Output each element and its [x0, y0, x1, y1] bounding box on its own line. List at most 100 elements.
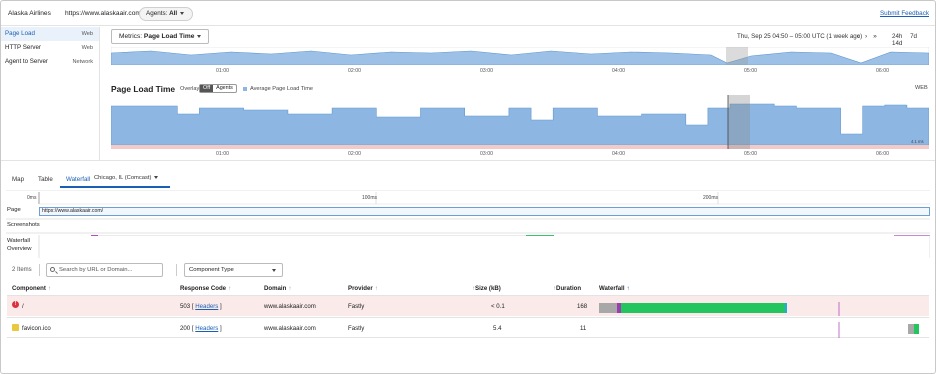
- tab-waterfall[interactable]: Waterfall: [66, 176, 90, 183]
- overlay-agents-option[interactable]: Agents: [213, 85, 236, 92]
- chevron-down-icon: [154, 175, 159, 179]
- sort-asc-icon: ↑: [626, 285, 630, 292]
- sidebar-item-http-server[interactable]: HTTP Server Web: [1, 41, 99, 55]
- search-input[interactable]: Search by URL or Domain...: [46, 263, 163, 277]
- tab-table[interactable]: Table: [38, 176, 53, 183]
- x-tick: 04:00: [612, 151, 625, 157]
- column-header-response-code[interactable]: Response Code ↑: [180, 285, 231, 292]
- y-bottom-label: 4.1 ms: [911, 139, 924, 144]
- sort-icon: ↑: [374, 285, 378, 292]
- component-name: favicon.ico: [22, 325, 51, 332]
- next-button[interactable]: ›: [865, 33, 867, 40]
- sidebar-item-agent-to-server[interactable]: Agent to Server Network: [1, 55, 99, 69]
- column-header-duration[interactable]: ↑Duration: [551, 285, 581, 292]
- divider: [176, 264, 177, 276]
- domain: www.alaskaair.com: [264, 325, 316, 332]
- sidebar: Page Load Web HTTP Server Web Agent to S…: [1, 27, 100, 160]
- x-tick: 02:00: [348, 68, 361, 74]
- column-header-domain[interactable]: Domain ↑: [264, 285, 291, 292]
- divider: [39, 264, 40, 276]
- provider: Fastly: [348, 303, 365, 310]
- header-label: Component: [12, 285, 46, 292]
- size: 5.4: [493, 325, 502, 332]
- file-icon: [12, 324, 19, 331]
- response-code: 503 [ Headers ]: [180, 303, 222, 310]
- page-load-chart[interactable]: 8574 ms 4.1 ms: [111, 95, 929, 149]
- site-url: https://www.alaskaair.com: [65, 10, 141, 17]
- agents-filter[interactable]: Agents: All: [139, 7, 194, 21]
- date-range: Thu, Sep 25 04:50 – 05:00 UTC (1 week ag…: [737, 33, 863, 40]
- agents-filter-value: All: [169, 10, 178, 17]
- row-waterfall-bar: [599, 302, 840, 316]
- headers-link[interactable]: Headers: [195, 303, 218, 310]
- x-tick: 04:00: [612, 68, 625, 74]
- header-label: Duration: [556, 285, 582, 292]
- waterfall-overview-label: Waterfall Overview: [7, 238, 32, 252]
- sort-icon: ↑: [288, 285, 292, 292]
- component-type-select[interactable]: Component Type: [184, 263, 283, 277]
- sidebar-item-page-load[interactable]: Page Load Web: [1, 27, 99, 41]
- legend-swatch: [243, 86, 247, 91]
- header-label: Domain: [264, 285, 287, 292]
- page-url-bar[interactable]: https://www.alaskaair.com/: [39, 207, 930, 216]
- column-header-provider[interactable]: Provider ↑: [348, 285, 378, 292]
- x-tick: 06:00: [876, 68, 889, 74]
- page-load-series: [111, 103, 929, 146]
- selected-window: [726, 47, 748, 65]
- range-7d[interactable]: 7d: [910, 33, 917, 40]
- page-load-area: [111, 103, 929, 146]
- column-header-component[interactable]: Component ↑: [12, 285, 51, 292]
- screenshots-label: Screenshots: [7, 222, 40, 228]
- row-waterfall-bar: [838, 322, 919, 338]
- headers-link[interactable]: Headers: [195, 325, 218, 332]
- range-24h[interactable]: 24h: [892, 33, 902, 40]
- latest-button[interactable]: »: [873, 33, 877, 40]
- response-code-value: 200: [180, 325, 191, 332]
- x-tick: 02:00: [348, 151, 361, 157]
- location-dropdown[interactable]: Chicago, IL (Comcast): [94, 175, 159, 181]
- overlay-toggle: Off Agents: [199, 84, 237, 93]
- y-top-label: 8574 ms: [906, 101, 922, 106]
- tab-map[interactable]: Map: [12, 176, 24, 183]
- location-value: Chicago, IL (Comcast): [94, 175, 152, 181]
- range-14d[interactable]: 14d: [892, 40, 902, 47]
- submit-feedback-link[interactable]: Submit Feedback: [880, 10, 929, 17]
- x-tick: 01:00: [216, 68, 229, 74]
- x-tick: 03:00: [480, 151, 493, 157]
- table-row[interactable]: favicon.ico 200 [ Headers ] www.alaskaai…: [7, 317, 929, 338]
- time-ranges: 24h 7d 14d: [892, 33, 936, 47]
- sidebar-item-label: Page Load: [5, 30, 35, 37]
- x-tick: 03:00: [480, 68, 493, 74]
- size: < 0.1: [491, 303, 505, 310]
- x-tick: 01:00: [216, 151, 229, 157]
- sidebar-item-label: HTTP Server: [5, 44, 41, 51]
- error-icon: !: [12, 301, 19, 308]
- sidebar-item-kind: Web: [81, 45, 93, 51]
- column-header-waterfall[interactable]: Waterfall ↑: [599, 285, 630, 292]
- header-label: Provider: [348, 285, 373, 292]
- overlay-off-option[interactable]: Off: [200, 85, 214, 92]
- x-tick: 05:00: [744, 68, 757, 74]
- chart-legend: Average Page Load Time: [243, 86, 313, 92]
- response-code: 200 [ Headers ]: [180, 325, 222, 332]
- duration: 168: [577, 303, 588, 310]
- chart-title: Page Load Time: [111, 84, 176, 94]
- domain: www.alaskaair.com: [264, 303, 316, 310]
- table-row[interactable]: ! / 503 [ Headers ] www.alaskaair.com Fa…: [7, 295, 929, 316]
- prev-button[interactable]: ‹: [857, 33, 859, 40]
- response-code-value: 503: [180, 303, 191, 310]
- x-tick: 06:00: [876, 151, 889, 157]
- app-name: Alaska Airlines: [8, 10, 51, 17]
- legend-label: Average Page Load Time: [250, 86, 314, 92]
- component-type-label: Component Type: [189, 267, 234, 273]
- column-header-size[interactable]: ↑Size (kB): [470, 285, 501, 292]
- page-row-label: Page: [7, 207, 21, 213]
- sort-icon: ↑: [47, 285, 51, 292]
- time-nav: ‹ › »: [857, 33, 881, 40]
- chevron-down-icon: [197, 34, 202, 38]
- x-tick: 05:00: [744, 151, 757, 157]
- metrics-dropdown[interactable]: Metrics: Page Load Time: [111, 29, 210, 44]
- waterfall-tick: 200ms: [703, 195, 719, 201]
- overview-timeline[interactable]: [111, 47, 929, 65]
- waterfall-tick: 0ms: [27, 195, 37, 201]
